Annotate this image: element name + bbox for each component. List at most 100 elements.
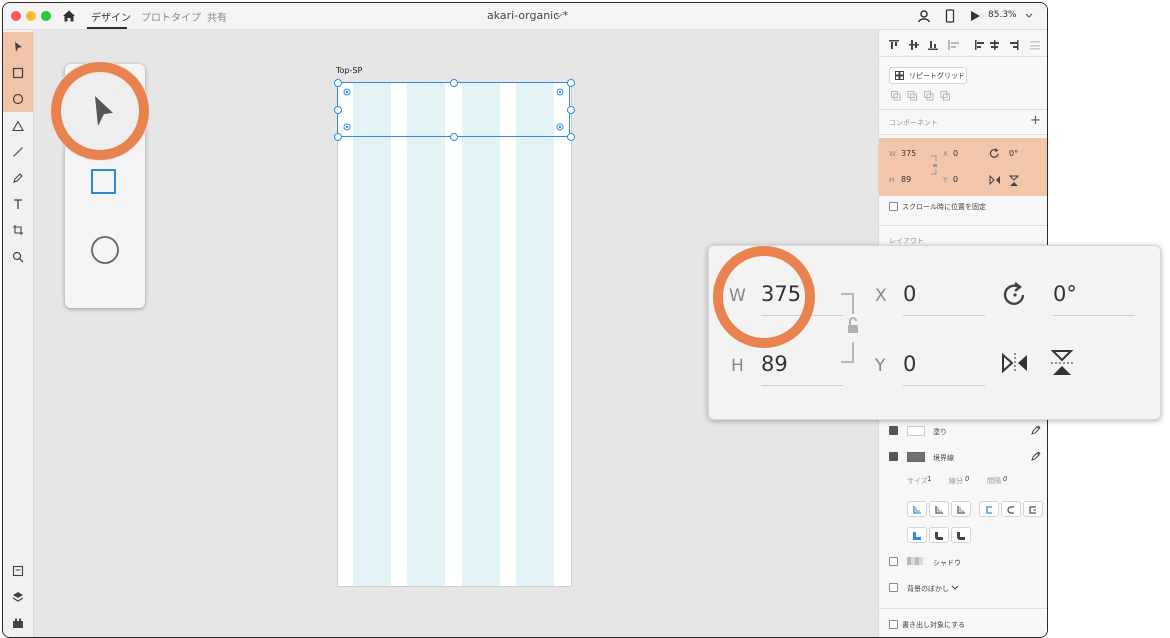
resize-handle[interactable] <box>567 106 575 114</box>
join-miter-icon <box>913 532 921 540</box>
play-icon[interactable] <box>969 9 981 23</box>
background-blur-checkbox[interactable] <box>889 583 898 592</box>
shadow-label: シャドウ <box>933 559 961 567</box>
maximize-window-button[interactable] <box>41 11 51 21</box>
resize-handle[interactable] <box>334 106 342 114</box>
select-tool[interactable] <box>8 37 28 57</box>
layers-button[interactable] <box>8 587 28 607</box>
border-eyedropper-icon[interactable] <box>1031 451 1041 461</box>
resize-handle[interactable] <box>334 133 342 141</box>
resize-handle[interactable] <box>567 133 575 141</box>
radius-handle-icon[interactable] <box>556 88 564 96</box>
pen-tool[interactable] <box>8 168 28 188</box>
plugins-button[interactable] <box>8 613 28 633</box>
user-icon[interactable] <box>917 9 931 23</box>
stroke-inner-icon <box>913 506 921 514</box>
zoom-height-underline <box>761 385 843 386</box>
zoom-height-label: H <box>731 356 744 376</box>
select-arrow-icon <box>15 42 22 52</box>
repeat-grid-button[interactable]: リピートグリッド <box>889 67 967 84</box>
stroke-inner-button[interactable] <box>907 501 927 517</box>
fill-swatch[interactable] <box>907 426 925 436</box>
radius-handle-icon[interactable] <box>343 88 351 96</box>
zoom-flip-vertical-icon <box>1051 350 1073 375</box>
fill-checkbox[interactable] <box>889 426 898 435</box>
add-component-icon[interactable]: + <box>1030 113 1041 128</box>
artboard-title[interactable]: Top-SP <box>336 66 362 75</box>
text-tool[interactable] <box>8 194 28 214</box>
border-label: 境界線 <box>933 454 954 462</box>
tab-share[interactable]: 共有 <box>207 9 227 24</box>
resize-handle[interactable] <box>450 79 458 87</box>
minimize-window-button[interactable] <box>26 11 36 21</box>
fix-on-scroll-label: スクロール時に位置を固定 <box>902 203 986 211</box>
magnifier-icon <box>12 251 24 263</box>
chevron-down-icon[interactable] <box>555 13 563 19</box>
stroke-outer-button[interactable] <box>951 501 971 517</box>
lock-aspect-icon[interactable] <box>931 155 939 175</box>
tab-design[interactable]: デザイン <box>91 9 131 24</box>
x-input[interactable]: 0 <box>953 149 958 158</box>
zoom-height-value: 89 <box>761 352 788 376</box>
zoom-chevron-icon[interactable] <box>1025 13 1033 19</box>
stroke-center-icon <box>935 506 943 514</box>
tab-prototype[interactable]: プロトタイプ <box>141 9 201 24</box>
line-tool[interactable] <box>8 142 28 162</box>
zoom-tool[interactable] <box>8 247 28 267</box>
export-label: 書き出し対象にする <box>902 621 966 629</box>
boolean-ops-icons[interactable] <box>891 91 955 101</box>
fix-on-scroll-checkbox[interactable] <box>889 202 898 211</box>
shadow-swatch[interactable] <box>907 557 923 565</box>
border-checkbox[interactable] <box>889 452 898 461</box>
select-tool-highlight-circle <box>50 61 150 161</box>
flip-vertical-icon[interactable] <box>1009 175 1019 187</box>
grid-column <box>516 83 554 586</box>
height-input[interactable]: 89 <box>901 175 911 184</box>
stroke-center-button[interactable] <box>929 501 949 517</box>
rectangle-icon <box>12 67 24 79</box>
close-window-button[interactable] <box>11 11 21 21</box>
join-bevel-button[interactable] <box>951 527 971 543</box>
join-bevel-icon <box>957 532 965 540</box>
resize-handle[interactable] <box>450 133 458 141</box>
align-icons[interactable] <box>889 39 1048 51</box>
polygon-tool[interactable] <box>8 116 28 136</box>
zoom-y-underline <box>903 385 985 386</box>
artboard[interactable] <box>337 82 572 587</box>
cap-butt-button[interactable] <box>979 501 999 517</box>
cap-square-button[interactable] <box>1023 501 1043 517</box>
cap-round-button[interactable] <box>1001 501 1021 517</box>
zoom-flip-horizontal-icon <box>1002 352 1027 374</box>
size-input[interactable]: 1 <box>927 475 931 483</box>
ellipse-icon <box>12 93 24 105</box>
selected-rectangle[interactable] <box>337 82 570 137</box>
join-round-button[interactable] <box>929 527 949 543</box>
zoom-x-value: 0 <box>903 282 917 306</box>
zoom-y-value: 0 <box>903 352 917 376</box>
join-miter-button[interactable] <box>907 527 927 543</box>
resize-handle[interactable] <box>334 79 342 87</box>
artboard-tool[interactable] <box>8 220 28 240</box>
dash-input[interactable]: 0 <box>965 475 969 483</box>
flip-horizontal-icon[interactable] <box>989 175 1001 185</box>
rotation-input[interactable]: 0° <box>1009 149 1018 158</box>
radius-handle-icon[interactable] <box>343 123 351 131</box>
text-icon <box>14 199 22 209</box>
y-input[interactable]: 0 <box>953 175 958 184</box>
ellipse-tool[interactable] <box>8 89 28 109</box>
width-input[interactable]: 375 <box>901 149 916 158</box>
mobile-preview-icon[interactable] <box>945 9 955 23</box>
shadow-checkbox[interactable] <box>889 557 898 566</box>
home-icon[interactable] <box>61 8 77 24</box>
export-checkbox[interactable] <box>889 620 898 629</box>
rectangle-tool[interactable] <box>8 63 28 83</box>
zoom-level[interactable]: 85.3% <box>988 10 1017 20</box>
gap-input[interactable]: 0 <box>1003 475 1007 483</box>
resize-handle[interactable] <box>567 79 575 87</box>
gap-label: 間隔 <box>987 477 1001 485</box>
blur-chevron-icon[interactable] <box>951 585 959 591</box>
radius-handle-icon[interactable] <box>556 123 564 131</box>
border-swatch[interactable] <box>907 452 925 462</box>
assets-button[interactable] <box>8 561 28 581</box>
eyedropper-icon[interactable] <box>1031 425 1041 435</box>
